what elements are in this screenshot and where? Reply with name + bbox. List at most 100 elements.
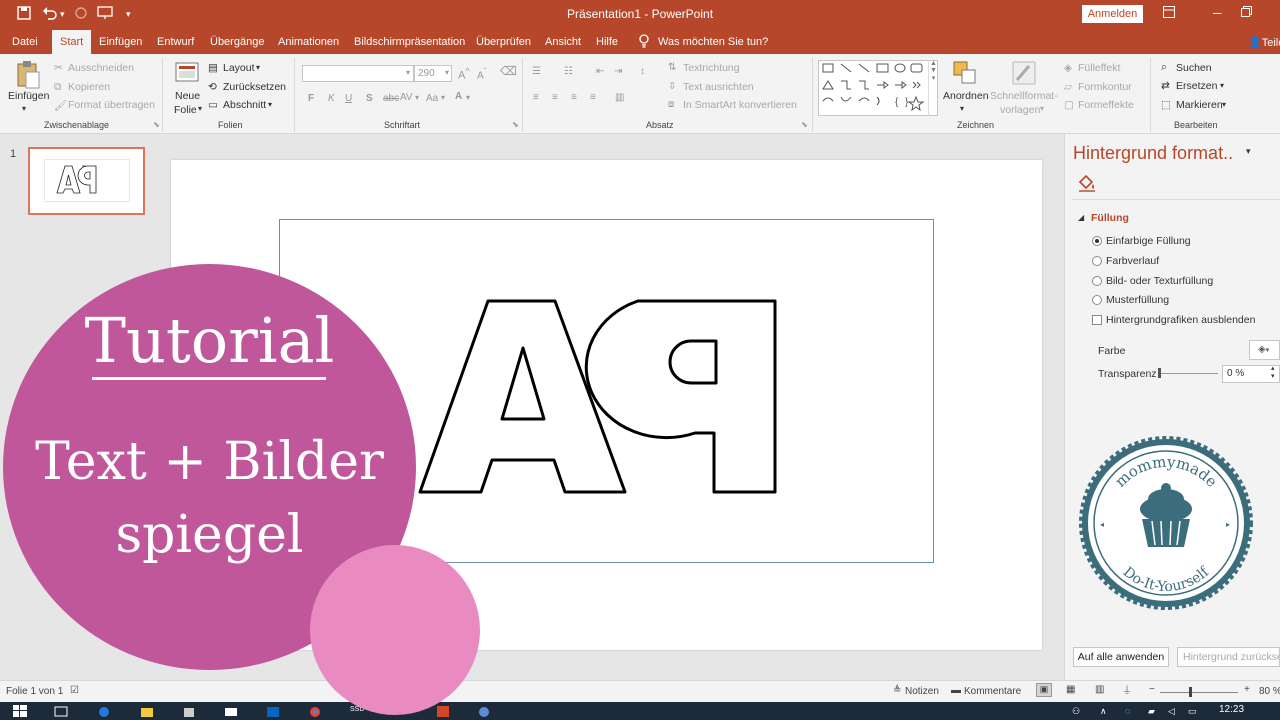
file-explorer-icon[interactable] (140, 705, 154, 717)
slide-sorter-icon[interactable]: ▦ (1066, 684, 1075, 695)
outlook-icon[interactable] (266, 705, 280, 717)
tab-animationen[interactable]: Animationen (278, 36, 339, 48)
font-name-dropdown-icon[interactable]: ▾ (406, 68, 410, 77)
quick-styles-label-1[interactable]: Schnellformat- (990, 90, 1058, 102)
minimize-icon[interactable]: ─ (1213, 6, 1222, 20)
clipboard-launcher-icon[interactable]: ⬊ (153, 120, 160, 129)
quick-styles-icon[interactable] (1011, 60, 1037, 86)
hide-graphics-label[interactable]: Hintergrundgrafiken ausblenden (1106, 314, 1255, 326)
ribbon-display-icon[interactable] (1163, 6, 1175, 21)
text-direction-icon[interactable]: ⇅ (668, 62, 676, 73)
underline-button[interactable]: U (345, 93, 352, 104)
radio-gradient-fill[interactable] (1092, 256, 1102, 266)
align-left-icon[interactable]: ≡ (533, 92, 539, 103)
section-icon[interactable]: ▭ (208, 99, 218, 111)
new-slide-dropdown-icon[interactable]: ▾ (198, 104, 202, 113)
option-gradient-fill[interactable]: Farbverlauf (1106, 255, 1159, 267)
align-text-button[interactable]: Text ausrichten (683, 81, 754, 93)
apply-all-button[interactable]: Auf alle anwenden (1073, 647, 1169, 667)
comments-icon[interactable]: ▬ (951, 685, 961, 696)
zoom-slider-thumb[interactable] (1189, 687, 1192, 697)
share-button[interactable]: 👤Teile (1248, 36, 1280, 49)
radio-picture-fill[interactable] (1092, 276, 1102, 286)
layout-dropdown-icon[interactable]: ▾ (256, 63, 260, 72)
justify-icon[interactable]: ≡ (590, 92, 596, 103)
comments-button[interactable]: Kommentare (964, 686, 1021, 697)
app-icon[interactable] (477, 705, 491, 717)
bullets-icon[interactable]: ☰ (532, 66, 541, 77)
layout-icon[interactable]: ▤ (208, 62, 218, 74)
paste-icon[interactable] (15, 60, 41, 90)
format-painter-icon[interactable]: 🖌 (54, 99, 67, 112)
cut-icon[interactable]: ✂ (54, 62, 63, 74)
notes-icon[interactable]: ≜ (893, 685, 901, 696)
char-spacing-button[interactable]: AV (400, 92, 413, 103)
tab-uebergaenge[interactable]: Übergänge (210, 36, 264, 48)
color-picker-button[interactable]: ◈▾ (1249, 340, 1280, 360)
reset-button[interactable]: Zurücksetzen (223, 81, 286, 93)
option-pattern-fill[interactable]: Musterfüllung (1106, 294, 1169, 306)
tray-chevron-icon[interactable]: ∧ (1100, 706, 1107, 717)
slideshow-icon[interactable]: ⍊ (1124, 684, 1130, 695)
battery-icon[interactable]: ▭ (1188, 706, 1197, 717)
decrease-font-icon[interactable]: Aˇ (477, 66, 486, 81)
new-slide-label-2[interactable]: Folie (174, 104, 197, 116)
reading-view-icon[interactable]: ▥ (1095, 684, 1104, 695)
font-size-dropdown-icon[interactable]: ▾ (445, 68, 449, 77)
hide-graphics-checkbox[interactable] (1092, 315, 1102, 325)
normal-view-icon[interactable]: ▣ (1036, 683, 1052, 697)
powerpoint-taskbar-icon[interactable] (436, 705, 450, 717)
search-icon[interactable]: ⌕ (1161, 61, 1167, 74)
windows-start-icon[interactable] (13, 705, 27, 717)
replace-icon[interactable]: ⇄ (1161, 80, 1170, 92)
smartart-button[interactable]: In SmartArt konvertieren (683, 99, 797, 111)
select-button[interactable]: Markieren (1176, 99, 1223, 111)
copy-icon[interactable]: ⧉ (54, 81, 62, 94)
tab-bildschirmpraesentation[interactable]: Bildschirmpräsentation (354, 36, 465, 48)
bold-button[interactable]: F (308, 93, 314, 104)
zoom-out-icon[interactable]: − (1149, 684, 1155, 695)
shape-outline-icon[interactable]: ▱ (1064, 81, 1072, 93)
pane-options-icon[interactable]: ▾ (1246, 146, 1251, 157)
paste-dropdown-icon[interactable]: ▾ (22, 104, 26, 113)
numbering-icon[interactable]: ☷ (564, 66, 573, 77)
zoom-level[interactable]: 80 % (1259, 686, 1280, 697)
fill-section-header[interactable]: Füllung (1091, 212, 1129, 224)
option-picture-fill[interactable]: Bild- oder Texturfüllung (1106, 275, 1213, 287)
font-color-dropdown-icon[interactable]: ▾ (466, 93, 470, 102)
tab-start[interactable]: Start (52, 30, 92, 54)
shape-fill-button[interactable]: Fülleffekt (1078, 62, 1120, 74)
new-slide-label-1[interactable]: Neue (175, 90, 200, 102)
shape-effects-icon[interactable]: ▢ (1064, 99, 1074, 111)
select-dropdown-icon[interactable]: ▾ (1222, 100, 1226, 109)
font-color-icon[interactable]: A (455, 91, 462, 102)
arrange-dropdown-icon[interactable]: ▾ (960, 104, 964, 113)
volume-icon[interactable]: ◁ (1168, 706, 1175, 717)
section-dropdown-icon[interactable]: ▾ (268, 100, 272, 109)
strikethrough-button[interactable]: abc (383, 93, 399, 104)
chrome-icon[interactable] (308, 705, 322, 717)
taskbar-clock[interactable]: 12:23 (1219, 704, 1244, 715)
arrange-icon[interactable] (952, 60, 978, 86)
network-icon[interactable]: ▰ (1148, 706, 1155, 717)
tab-hilfe[interactable]: Hilfe (596, 36, 618, 48)
transparency-slider-track[interactable] (1160, 373, 1218, 374)
reset-icon[interactable]: ⟲ (208, 81, 217, 93)
notes-button[interactable]: Notizen (905, 686, 939, 697)
shape-fill-icon[interactable]: ◈ (1064, 62, 1072, 74)
line-spacing-icon[interactable]: ↕ (640, 66, 645, 77)
align-text-icon[interactable]: ⇳ (668, 81, 676, 92)
radio-pattern-fill[interactable] (1092, 295, 1102, 305)
increase-font-icon[interactable]: A^ (458, 66, 470, 82)
tray-app-icon[interactable]: ◌ (1125, 706, 1130, 716)
task-view-icon[interactable] (54, 705, 68, 717)
paragraph-launcher-icon[interactable]: ⬊ (801, 120, 808, 129)
columns-icon[interactable]: ▥ (615, 92, 624, 103)
italic-button[interactable]: K (328, 93, 335, 104)
replace-button[interactable]: Ersetzen (1176, 80, 1217, 92)
section-button[interactable]: Abschnitt (223, 99, 266, 111)
fill-bucket-icon[interactable] (1077, 174, 1097, 195)
decrease-indent-icon[interactable]: ⇤ (596, 66, 604, 77)
smartart-icon[interactable]: ⧈ (668, 99, 674, 110)
signin-button[interactable]: Anmelden (1082, 5, 1143, 23)
